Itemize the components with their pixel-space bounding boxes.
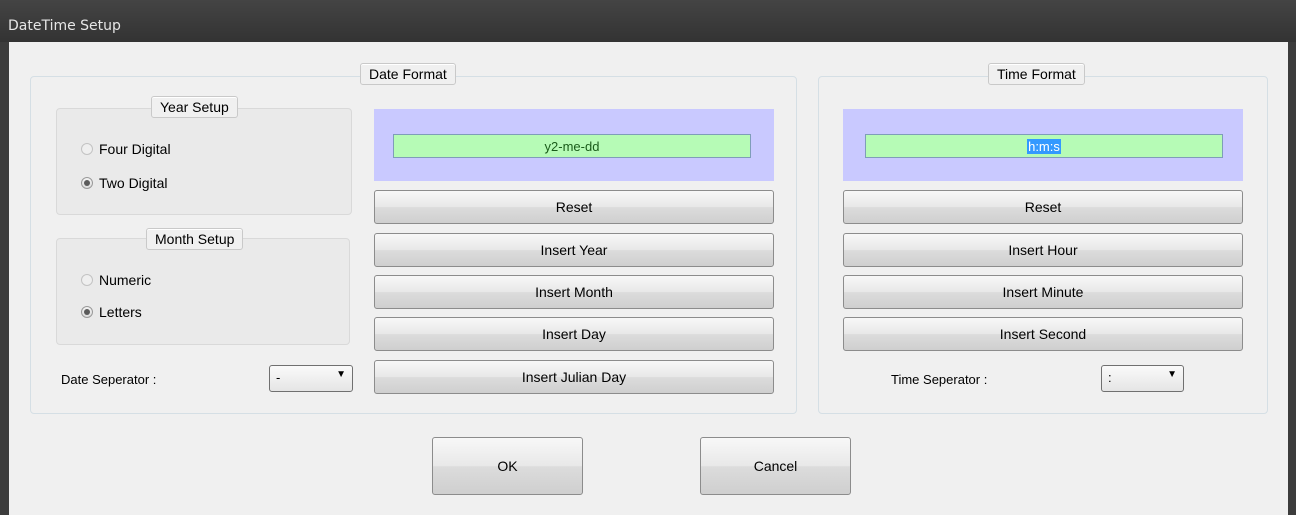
- radio-two-digital[interactable]: Two Digital: [81, 175, 167, 191]
- time-format-field[interactable]: h:m:s: [865, 134, 1223, 158]
- date-separator-label: Date Seperator :: [61, 372, 157, 387]
- radio-numeric[interactable]: Numeric: [81, 272, 151, 288]
- chevron-down-icon: ▼: [1167, 369, 1177, 380]
- date-format-field[interactable]: y2-me-dd: [393, 134, 751, 158]
- date-format-value: y2-me-dd: [544, 138, 600, 154]
- insert-hour-button[interactable]: Insert Hour: [843, 233, 1243, 267]
- radio-icon[interactable]: [81, 274, 93, 286]
- cancel-button[interactable]: Cancel: [700, 437, 851, 495]
- time-reset-button[interactable]: Reset: [843, 190, 1243, 224]
- date-separator-value: -: [276, 370, 281, 385]
- radio-letters[interactable]: Letters: [81, 304, 142, 320]
- date-reset-button[interactable]: Reset: [374, 190, 774, 224]
- date-format-legend: Date Format: [360, 63, 456, 85]
- radio-four-digital-label: Four Digital: [99, 141, 171, 157]
- date-separator-select[interactable]: - ▼: [269, 365, 353, 392]
- title-bar[interactable]: DateTime Setup: [0, 0, 1296, 42]
- time-format-value: h:m:s: [1027, 138, 1061, 154]
- chevron-down-icon: ▼: [336, 369, 346, 380]
- datetime-setup-window: DateTime Setup Date Format Year Setup Fo…: [0, 0, 1296, 515]
- insert-year-button[interactable]: Insert Year: [374, 233, 774, 267]
- insert-minute-button[interactable]: Insert Minute: [843, 275, 1243, 309]
- time-separator-label: Time Seperator :: [891, 372, 988, 387]
- time-separator-value: :: [1108, 370, 1112, 385]
- dialog-client-area: Date Format Year Setup Four Digital Two …: [9, 42, 1288, 515]
- radio-numeric-label: Numeric: [99, 272, 152, 288]
- insert-month-button[interactable]: Insert Month: [374, 275, 774, 309]
- insert-day-button[interactable]: Insert Day: [374, 317, 774, 351]
- radio-letters-label: Letters: [99, 304, 142, 320]
- radio-icon[interactable]: [81, 143, 93, 155]
- time-format-legend: Time Format: [988, 63, 1085, 85]
- radio-icon[interactable]: [81, 177, 93, 189]
- ok-button[interactable]: OK: [432, 437, 583, 495]
- insert-second-button[interactable]: Insert Second: [843, 317, 1243, 351]
- insert-julian-day-button[interactable]: Insert Julian Day: [374, 360, 774, 394]
- radio-icon[interactable]: [81, 306, 93, 318]
- month-setup-legend: Month Setup: [146, 228, 244, 250]
- time-separator-select[interactable]: : ▼: [1101, 365, 1184, 392]
- radio-two-digital-label: Two Digital: [99, 175, 168, 191]
- radio-four-digital[interactable]: Four Digital: [81, 141, 171, 157]
- year-setup-group: [56, 108, 352, 215]
- month-setup-group: [56, 238, 350, 345]
- year-setup-legend: Year Setup: [151, 96, 238, 118]
- window-title: DateTime Setup: [8, 18, 121, 34]
